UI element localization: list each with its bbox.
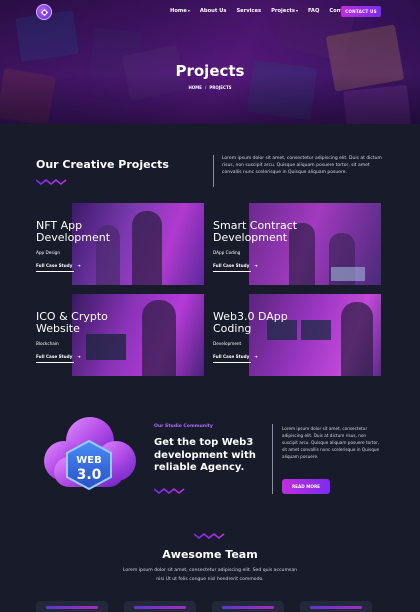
project-category: DApp Coding [213,250,241,255]
laptop-shape [86,334,126,360]
breadcrumb-current: PROJECTS [209,85,232,90]
breadcrumb-separator: / [204,85,207,90]
project-photo [72,203,204,285]
project-card[interactable]: Smart Contract Development DApp Coding F… [213,203,381,285]
nav-item-home[interactable]: Home▾ [170,8,190,14]
link-underline [36,271,74,272]
zigzag-divider-icon [36,179,67,185]
arrow-right-icon: ➜ [77,354,81,359]
logo[interactable] [36,4,52,20]
section-intro: Lorem ipsum dolor sit amet, consectetur … [222,156,382,175]
team-card-accent [310,606,362,609]
team-card-accent [134,606,186,609]
link-label: Full Case Study [36,354,73,359]
nav-label: Projects [271,8,295,14]
team-text: Lorem ipsum dolor sit amet, consectetur … [122,568,298,582]
project-photo [72,294,204,376]
team-card[interactable] [212,601,284,612]
team-card[interactable] [300,601,372,612]
link-label: Full Case Study [213,354,250,359]
main-menu: Home▾ About Us Services Projects▾ FAQ Co… [170,8,352,14]
team-card[interactable] [36,601,108,612]
arrow-right-icon: ➜ [77,263,81,268]
person-silhouette [341,302,373,376]
link-underline [213,362,251,363]
nav-label: Home [170,8,187,14]
link-label: Full Case Study [213,263,250,268]
project-category: Blockchain [36,341,59,346]
project-photo [249,203,381,285]
nav-item-projects[interactable]: Projects▾ [271,8,298,14]
full-case-study-link[interactable]: Full Case Study ➜ [36,354,81,359]
project-photo [249,294,381,376]
divider-line [213,155,214,187]
read-more-button[interactable]: READ MORE [282,479,330,494]
badge-text: WEB [76,455,101,466]
top-navbar: Home▾ About Us Services Projects▾ FAQ Co… [0,0,420,24]
divider-line [272,424,273,494]
breadcrumb-home[interactable]: HOME [188,85,201,90]
hero-banner: Home▾ About Us Services Projects▾ FAQ Co… [0,0,420,124]
link-underline [36,362,74,363]
project-card[interactable]: Web3.0 DApp Coding Development Full Case… [213,294,381,376]
gamepad-icon [40,8,49,17]
contact-us-button[interactable]: CONTACT US [341,6,381,17]
project-title: ICO & Crypto Website [36,310,108,335]
nav-item-services[interactable]: Services [236,8,261,14]
full-case-study-link[interactable]: Full Case Study ➜ [213,354,258,359]
full-case-study-link[interactable]: Full Case Study ➜ [36,263,81,268]
community-text: Lorem ipsum dolor sit amet, consectetur … [282,426,380,459]
nav-item-about[interactable]: About Us [200,8,227,14]
full-case-study-link[interactable]: Full Case Study ➜ [213,263,258,268]
link-underline [213,271,251,272]
person-silhouette [132,211,162,285]
zigzag-divider-icon [194,533,225,539]
web3-cloud-badge-icon: WEB 3.0 [44,417,136,491]
project-card[interactable]: ICO & Crypto Website Blockchain Full Cas… [36,294,204,376]
team-heading: Awesome Team [162,548,258,561]
page-title: Projects [175,62,245,80]
chevron-down-icon: ▾ [187,8,190,13]
project-title: Smart Contract Development [213,219,298,244]
project-title: Web3.0 DApp Coding [213,310,288,335]
project-category: App Design [36,250,60,255]
breadcrumb: HOME / PROJECTS [0,85,420,90]
project-card[interactable]: NFT App Development App Design Full Case… [36,203,204,285]
section-heading: Our Creative Projects [36,158,169,171]
team-card[interactable] [124,601,196,612]
section-eyebrow: Our Studio Community [154,424,213,429]
project-category: Development [213,341,242,346]
laptop-shape [331,267,365,281]
arrow-right-icon: ➜ [254,354,258,359]
chevron-down-icon: ▾ [295,8,298,13]
team-card-accent [46,606,98,609]
community-heading: Get the top Web3 development with reliab… [154,437,256,473]
project-title: NFT App Development [36,219,111,244]
team-card-accent [222,606,274,609]
link-label: Full Case Study [36,263,73,268]
arrow-right-icon: ➜ [254,263,258,268]
nav-item-faq[interactable]: FAQ [308,8,319,14]
zigzag-divider-icon [154,488,185,494]
badge-text: 3.0 [77,467,102,483]
person-silhouette [142,300,176,376]
